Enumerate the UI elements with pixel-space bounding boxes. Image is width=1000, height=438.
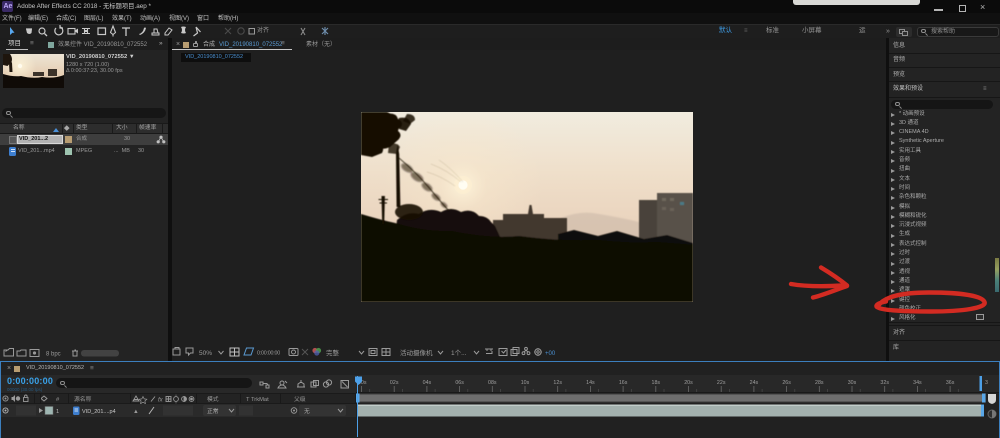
svg-text:16s: 16s — [619, 380, 628, 386]
svg-text:18s: 18s — [652, 380, 661, 386]
svg-text:1: 1 — [56, 409, 59, 415]
svg-text:30s: 30s — [848, 380, 857, 386]
svg-text:父级: 父级 — [294, 395, 306, 403]
svg-text:#: # — [56, 397, 60, 403]
svg-text:活动摄像机: 活动摄像机 — [400, 348, 433, 357]
svg-text:fx: fx — [158, 398, 164, 404]
svg-text:02s: 02s — [390, 380, 399, 386]
svg-text:12s: 12s — [553, 380, 562, 386]
svg-text:无: 无 — [304, 408, 310, 415]
svg-text:10s: 10s — [521, 380, 530, 386]
svg-text:0:00:00:00: 0:00:00:00 — [257, 351, 280, 357]
svg-text:36s: 36s — [946, 380, 955, 386]
svg-text:34s: 34s — [913, 380, 922, 386]
svg-text:28s: 28s — [815, 380, 824, 386]
svg-text:14s: 14s — [586, 380, 595, 386]
svg-text:▲: ▲ — [133, 409, 139, 415]
svg-text:VID_201....p4: VID_201....p4 — [82, 409, 116, 415]
svg-text:50%: 50% — [199, 350, 212, 357]
svg-text:源名称: 源名称 — [74, 395, 92, 403]
svg-text:22s: 22s — [717, 380, 726, 386]
svg-text:8 bpc: 8 bpc — [46, 352, 61, 358]
svg-text:32s: 32s — [880, 380, 889, 386]
svg-text:24s: 24s — [750, 380, 759, 386]
svg-text:08s: 08s — [488, 380, 497, 386]
svg-text:1个...: 1个... — [451, 349, 467, 357]
svg-text:20s: 20s — [684, 380, 693, 386]
svg-text:正常: 正常 — [207, 407, 219, 415]
svg-text:模式: 模式 — [207, 395, 219, 403]
svg-text:完整: 完整 — [326, 348, 340, 357]
svg-text:06s: 06s — [455, 380, 464, 386]
svg-text:T TrkMat: T TrkMat — [246, 397, 269, 403]
svg-text:26s: 26s — [782, 380, 791, 386]
svg-text:3: 3 — [985, 380, 988, 386]
svg-text:+00: +00 — [545, 351, 556, 357]
svg-text:04s: 04s — [423, 380, 432, 386]
